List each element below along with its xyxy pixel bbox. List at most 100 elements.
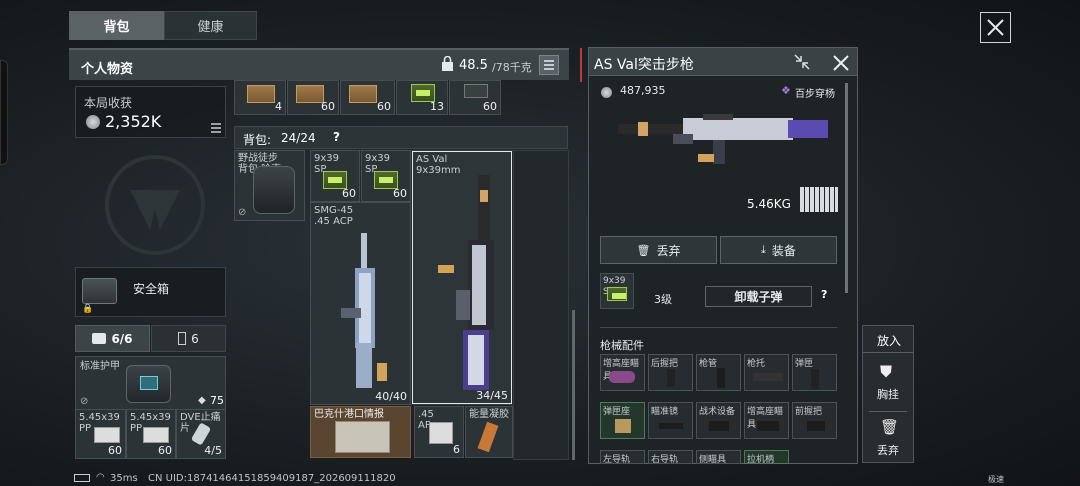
attachment-slot[interactable]: 弹匣 [792,354,837,391]
weight-value: 48.5 [459,58,488,73]
energy-gel-slot[interactable]: 能量凝胶 [465,406,513,458]
scope-icon [609,371,635,383]
attachment-slot[interactable]: 侧瞄具 [696,450,741,465]
attachment-label: 右导轨 [651,455,679,465]
item-qty: 60 [342,187,356,200]
status-bar: ◠ 35ms CN UID:18741464151859409187_20260… [70,472,1080,486]
backpack-image [253,166,295,214]
ammo-9x39-slot-2[interactable]: 9x39 SP 60 [361,150,411,202]
wifi-icon: ◠ [96,472,105,483]
medicine-slot[interactable]: DVE止痛片 4/5 [176,409,226,459]
ammo-slot-2[interactable]: 5.45x39 PP 60 [126,409,176,459]
top-item-strip: 4 60 60 13 60 [234,80,569,116]
detail-scrollbar[interactable] [845,83,848,293]
attachment-slot[interactable]: 枪管 [696,354,741,391]
attachment-slot[interactable]: 增高座瞄具 [744,402,789,439]
backpack-title: 背包: [243,133,272,147]
unload-ammo-button[interactable]: 卸载子弹 [705,286,812,307]
attachment-label: 后握把 [651,359,679,369]
armor-count-tab[interactable]: 6/6 [75,325,150,352]
tab-health[interactable]: 健康 [164,11,257,40]
chest-rig-button[interactable]: ⛊ 胸挂 [863,356,913,406]
acp-ammo-slot[interactable]: .45 AP 6 [414,406,464,458]
accent-line [580,48,582,82]
attachment-slot[interactable]: 战术设备 [696,402,741,439]
close-button[interactable] [980,12,1011,43]
safebox-slot[interactable]: 🔒 安全箱 [75,267,226,317]
list-toggle-button[interactable] [539,55,559,75]
attachment-slot[interactable]: 枪托 [744,354,789,391]
attachment-slot[interactable]: 后握把 [648,354,693,391]
ammo-slot[interactable]: 13 [396,80,448,115]
ammo-box-icon [429,422,453,444]
ammo-box-icon [607,287,627,301]
equip-button[interactable]: ⤓ 装备 [720,236,837,264]
ping-value: 35ms [110,473,138,484]
backpack-header: 背包: 24/24 ? [234,126,568,149]
crate-icon [296,85,324,103]
item-qty: 4 [275,100,282,113]
earnings-value: 2,352K [105,112,162,131]
crate-slot[interactable]: 60 [287,80,339,115]
close-icon [987,19,1004,36]
crate-slot[interactable]: 4 [234,80,286,115]
item-qty: 13 [430,100,444,113]
list-icon[interactable] [210,123,222,133]
items-count: 6 [191,331,199,346]
ammo-box-icon [143,427,169,443]
items-count-tab[interactable]: 6 [151,325,226,352]
side-discard-button[interactable]: 🗑 丢弃 [863,414,913,462]
rifle-icon [438,175,494,390]
item-label: SMG-45 .45 ACP [314,205,354,227]
earnings-box[interactable]: 本局收获 2,352K [75,86,226,138]
weapon-weight: 5.46KG [747,197,791,211]
trash-icon: 🗑 [880,418,900,436]
attachment-label: 弹匣 [795,359,814,369]
attachment-label: 拉机柄 [747,455,775,465]
discard-button[interactable]: 🗑 丢弃 [600,236,717,264]
attachment-slot[interactable]: 前握把 [792,402,837,439]
ammo-slot[interactable]: 60 [449,80,501,115]
attachment-label: 瞄准镜 [651,407,679,417]
ammo-slot-1[interactable]: 5.45x39 PP 60 [75,409,126,459]
item-qty: 60 [377,100,391,113]
attachment-label: 枪管 [699,359,718,369]
optic-icon [659,423,683,429]
no-repair-icon: ⊘ [80,396,89,407]
foregrip-icon [807,421,825,431]
loaded-ammo-slot[interactable]: 9x39 SP [600,273,634,309]
item-label: 巴克什港口情报 [314,409,384,420]
map-intel-slot[interactable]: 巴克什港口情报 [310,406,411,458]
asval-slot[interactable]: AS Val 9x39mm 34/45 [412,151,512,404]
item-ammo: 34/45 [476,389,508,402]
smg45-slot[interactable]: SMG-45 .45 ACP 40/40 [310,202,411,405]
ammo-9x39-slot-1[interactable]: 9x39 SP 60 [310,150,360,202]
ammo-help-button[interactable]: ? [821,288,827,301]
unload-label: 卸载子弹 [734,290,783,304]
tab-backpack[interactable]: 背包 [69,11,164,40]
magazine-icon [464,84,488,98]
attachment-slot[interactable]: 增高座瞄具 [600,354,645,391]
attachment-slot[interactable]: 右导轨 [648,450,693,465]
attachment-label: 枪托 [747,359,766,369]
ammo-level: 3级 [654,293,672,306]
shield-icon: ◆ [198,395,206,406]
item-label: 能量凝胶 [469,409,509,420]
list-icon [544,60,554,70]
battery-icon [178,332,187,345]
crate-slot[interactable]: 60 [340,80,395,115]
attachment-slot[interactable]: 左导轨 [600,450,645,465]
attachment-slot[interactable]: 拉机柄 [744,450,789,465]
attachment-slot[interactable]: 瞄准镜 [648,402,693,439]
item-qty: 60 [158,444,172,457]
help-button[interactable]: ? [333,130,340,144]
attachment-slot[interactable]: 弹匣座 [600,402,645,439]
armor-slot[interactable]: 标准护甲 ⊘ ◆ 75 [75,356,226,411]
backpack-item[interactable]: 野战徒步背包 哈克 ⊘ [234,150,305,221]
collapse-icon[interactable] [793,53,811,71]
earnings-label: 本局收获 [84,96,133,110]
put-in-title: 放入 [877,334,902,348]
smg-icon [341,233,387,388]
backpack-scrollbar[interactable] [572,310,575,460]
close-icon[interactable] [831,53,851,73]
